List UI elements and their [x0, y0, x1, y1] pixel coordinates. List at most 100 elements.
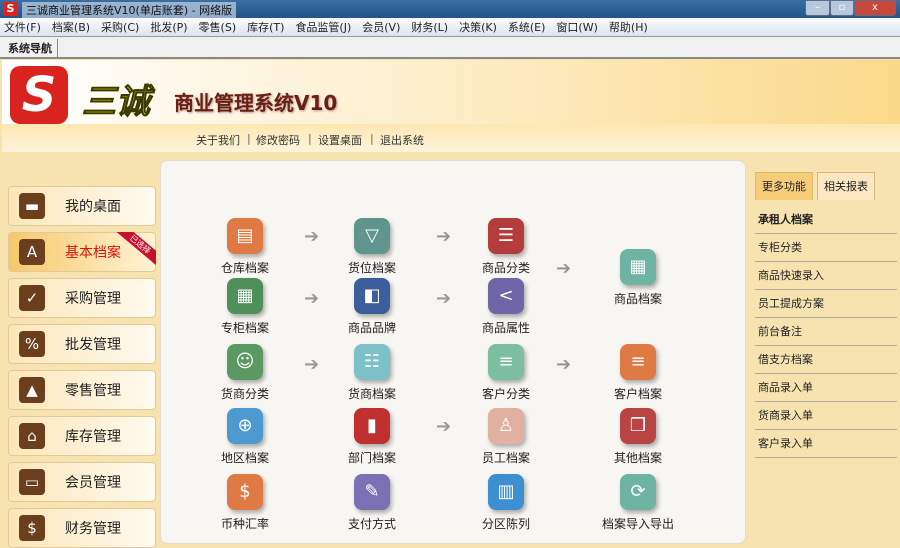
tile-customer[interactable]: ≡ 客户档案: [598, 344, 678, 402]
app-icon: S: [3, 2, 18, 16]
function-link[interactable]: 专柜分类: [755, 234, 897, 262]
tile-supplier-category[interactable]: ☺ 货商分类: [205, 344, 285, 402]
tile-payment[interactable]: ✎ 支付方式: [332, 474, 412, 532]
menu-archive[interactable]: 档案(B): [52, 19, 90, 35]
brand-icon: ◧: [354, 278, 390, 314]
tile-region[interactable]: ⊕ 地区档案: [205, 408, 285, 466]
function-link[interactable]: 客户录入单: [755, 430, 897, 458]
selected-badge: 已选择: [116, 232, 156, 272]
tile-other[interactable]: ❒ 其他档案: [598, 408, 678, 466]
set-desktop-link[interactable]: 设置桌面: [318, 132, 362, 148]
separator: |: [247, 132, 251, 145]
function-link[interactable]: 商品录入单: [755, 374, 897, 402]
product-icon: ▦: [620, 249, 656, 285]
nav-retail[interactable]: ▲ 零售管理: [8, 370, 156, 410]
tile-supplier[interactable]: ☷ 货商档案: [332, 344, 412, 402]
supplier-icon: ☷: [354, 344, 390, 380]
menu-help[interactable]: 帮助(H): [609, 19, 648, 35]
tile-label: 客户分类: [481, 387, 530, 401]
arrow-right-icon: ➔: [304, 288, 320, 309]
about-link[interactable]: 关于我们: [196, 132, 240, 148]
department-icon: ▮: [354, 408, 390, 444]
tile-import-export[interactable]: ⟳ 档案导入导出: [598, 474, 678, 532]
menu-decision[interactable]: 决策(K): [459, 19, 497, 35]
card-icon: ▭: [19, 469, 45, 495]
tile-brand[interactable]: ◧ 商品品牌: [332, 278, 412, 336]
tab-more-functions[interactable]: 更多功能: [755, 172, 813, 200]
tile-label: 商品品牌: [347, 321, 396, 335]
customer-category-icon: ≡: [488, 344, 524, 380]
category-icon: ☰: [488, 218, 524, 254]
tile-currency[interactable]: $ 币种汇率: [205, 474, 285, 532]
menu-finance[interactable]: 财务(L): [411, 19, 448, 35]
payment-icon: ✎: [354, 474, 390, 510]
badge-text: 已选择: [116, 232, 156, 268]
customer-icon: ≡: [620, 344, 656, 380]
nav-purchase[interactable]: ✓ 采购管理: [8, 278, 156, 318]
menu-food-supervision[interactable]: 食品监管(J): [295, 19, 351, 35]
nav-wholesale[interactable]: % 批发管理: [8, 324, 156, 364]
nav-member[interactable]: ▭ 会员管理: [8, 462, 156, 502]
tile-location[interactable]: ▽ 货位档案: [332, 218, 412, 276]
nav-label: 财务管理: [65, 521, 121, 537]
archive-icon: A: [19, 239, 45, 265]
restore-button[interactable]: ▫: [830, 0, 854, 16]
minimize-button[interactable]: –: [805, 0, 830, 16]
tile-department[interactable]: ▮ 部门档案: [332, 408, 412, 466]
arrow-right-icon: ➔: [556, 354, 572, 375]
supplier-category-icon: ☺: [227, 344, 263, 380]
percent-badge-icon: %: [19, 331, 45, 357]
menu-file[interactable]: 文件(F): [4, 19, 41, 35]
tile-label: 地区档案: [220, 451, 269, 465]
system-title: 商业管理系统V10: [174, 91, 338, 115]
function-link[interactable]: 商品快速录入: [755, 262, 897, 290]
change-password-link[interactable]: 修改密码: [256, 132, 300, 148]
function-link[interactable]: 借支方档案: [755, 346, 897, 374]
tile-label: 员工档案: [481, 451, 530, 465]
tile-product[interactable]: ▦ 商品档案: [598, 249, 678, 307]
more-functions-list: 承租人档案 专柜分类 商品快速录入 员工提成方案 前台备注 借支方档案 商品录入单 货商录入单…: [755, 206, 897, 458]
close-button[interactable]: x: [854, 0, 896, 16]
tile-label: 专柜档案: [220, 321, 269, 335]
clipboard-check-icon: ✓: [19, 285, 45, 311]
menu-retail[interactable]: 零售(S): [199, 19, 237, 35]
nav-basic-archive[interactable]: A 基本档案 已选择: [8, 232, 156, 272]
home-icon: ⌂: [19, 423, 45, 449]
menu-system[interactable]: 系统(E): [508, 19, 546, 35]
tile-warehouse[interactable]: ▤ 仓库档案: [205, 218, 285, 276]
tile-label: 货位档案: [347, 261, 396, 275]
arrow-right-icon: ➔: [304, 354, 320, 375]
tile-category[interactable]: ☰ 商品分类: [466, 218, 546, 276]
tile-employee[interactable]: ♙ 员工档案: [466, 408, 546, 466]
logout-link[interactable]: 退出系统: [380, 132, 424, 148]
menu-purchase[interactable]: 采购(C): [101, 19, 139, 35]
tile-zone[interactable]: ▥ 分区陈列: [466, 474, 546, 532]
arrow-right-icon: ➔: [556, 258, 572, 279]
menu-inventory[interactable]: 库存(T): [247, 19, 284, 35]
nav-finance[interactable]: $ 财务管理: [8, 508, 156, 548]
tab-system-nav[interactable]: 系统导航: [3, 39, 58, 57]
nav-my-desktop[interactable]: ▬ 我的桌面: [8, 186, 156, 226]
separator: |: [308, 132, 312, 145]
tile-label: 货商档案: [347, 387, 396, 401]
tab-related-reports[interactable]: 相关报表: [817, 172, 875, 200]
tab-bar: 系统导航: [0, 37, 900, 59]
menu-window[interactable]: 窗口(W): [556, 19, 597, 35]
tile-customer-category[interactable]: ≡ 客户分类: [466, 344, 546, 402]
money-bag-icon: $: [19, 515, 45, 541]
zone-icon: ▥: [488, 474, 524, 510]
tile-label: 商品属性: [481, 321, 530, 335]
menu-member[interactable]: 会员(V): [362, 19, 400, 35]
menu-wholesale[interactable]: 批发(P): [150, 19, 187, 35]
nav-inventory[interactable]: ⌂ 库存管理: [8, 416, 156, 456]
shopping-bag-icon: ▲: [19, 377, 45, 403]
tile-counter[interactable]: ▦ 专柜档案: [205, 278, 285, 336]
tile-attribute[interactable]: < 商品属性: [466, 278, 546, 336]
location-icon: ▽: [354, 218, 390, 254]
function-link[interactable]: 前台备注: [755, 318, 897, 346]
arrow-right-icon: ➔: [436, 226, 452, 247]
import-export-icon: ⟳: [620, 474, 656, 510]
function-link[interactable]: 货商录入单: [755, 402, 897, 430]
function-link[interactable]: 承租人档案: [755, 206, 897, 234]
function-link[interactable]: 员工提成方案: [755, 290, 897, 318]
